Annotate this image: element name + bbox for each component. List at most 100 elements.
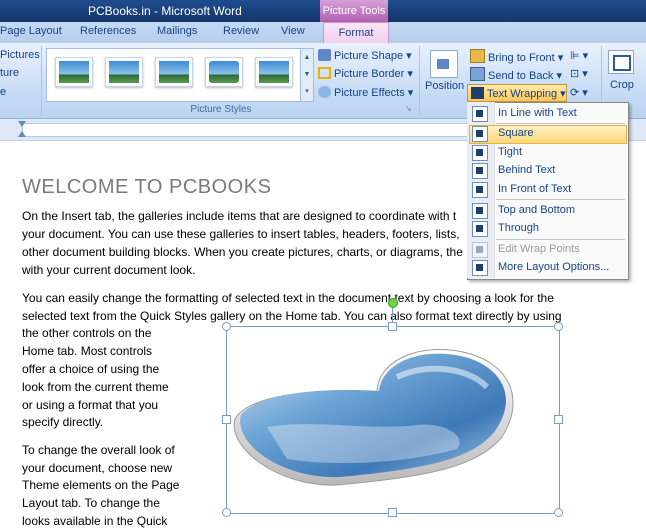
menu-item-inline[interactable]: In Line with Text xyxy=(498,107,577,119)
window-title: PCBooks.in - Microsoft Word xyxy=(88,4,242,18)
behind-text-icon xyxy=(472,163,488,179)
send-to-back-label: Send to Back xyxy=(488,70,554,82)
menu-separator xyxy=(496,239,625,240)
paragraph-line: To change the overall look of xyxy=(22,443,175,457)
picture-effects-label: Picture Effects xyxy=(334,87,405,99)
style-thumb[interactable] xyxy=(55,57,93,87)
bring-to-front-button[interactable]: Bring to Front ▾ xyxy=(470,49,563,64)
resize-handle[interactable] xyxy=(388,322,397,331)
dialog-launcher-icon[interactable]: ↘ xyxy=(405,104,412,113)
paragraph-line: your document, choose new xyxy=(22,461,173,475)
paragraph-line: specify directly. xyxy=(22,415,104,429)
picture-styles-gallery[interactable] xyxy=(46,48,302,102)
menu-item-edit-wrap-points: Edit Wrap Points xyxy=(498,243,580,255)
style-thumb[interactable] xyxy=(155,57,193,87)
resize-handle[interactable] xyxy=(388,508,397,517)
text-wrapping-button[interactable]: Text Wrapping ▾ xyxy=(467,84,567,102)
ribbon-left-item[interactable]: e xyxy=(0,86,6,98)
style-thumb[interactable] xyxy=(105,57,143,87)
text-wrap-icon xyxy=(471,87,484,99)
resize-handle[interactable] xyxy=(222,322,231,331)
pictures-button[interactable]: Pictures xyxy=(0,49,40,61)
top-bottom-icon xyxy=(472,203,488,219)
align-icon[interactable]: ⊫ ▾ xyxy=(570,49,588,62)
style-thumb[interactable] xyxy=(255,57,293,87)
hanging-indent-icon[interactable] xyxy=(18,131,26,137)
paragraph-line: the other controls on the xyxy=(22,326,152,340)
resize-handle[interactable] xyxy=(554,508,563,517)
picture-shape-label: Picture Shape xyxy=(334,50,404,62)
picture-border-label: Picture Border xyxy=(334,68,405,80)
picture-border-button[interactable]: Picture Border ▾ xyxy=(318,67,413,80)
picture-shape-button[interactable]: Picture Shape ▾ xyxy=(318,49,412,62)
picture-tools-label: Picture Tools xyxy=(320,0,388,22)
menu-item-in-front[interactable]: In Front of Text xyxy=(498,183,571,195)
bring-to-front-label: Bring to Front xyxy=(488,52,555,64)
resize-handle[interactable] xyxy=(222,415,231,424)
send-to-back-button[interactable]: Send to Back ▾ xyxy=(470,67,562,82)
paragraph-line: with your current document look. xyxy=(22,263,196,277)
paragraph-line: You can easily change the formatting of … xyxy=(22,291,554,305)
paragraph-line: Home tab. Most controls xyxy=(22,344,153,358)
crop-icon[interactable] xyxy=(608,50,634,74)
shape-icon xyxy=(318,49,331,61)
group-divider xyxy=(418,46,420,116)
tab-page-layout[interactable]: Page Layout xyxy=(0,25,62,37)
more-icon[interactable]: ▾ xyxy=(301,83,313,100)
menu-item-tight[interactable]: Tight xyxy=(498,146,522,158)
paragraph-line: Layout tab. To change the xyxy=(22,496,160,510)
menu-item-through[interactable]: Through xyxy=(498,222,539,234)
ruler-area[interactable] xyxy=(22,123,474,137)
resize-handle[interactable] xyxy=(554,322,563,331)
chevron-up-icon[interactable]: ▲ xyxy=(301,49,313,66)
ribbon-left-item[interactable]: ture xyxy=(0,67,19,79)
crop-button[interactable]: Crop xyxy=(610,79,634,91)
effects-icon xyxy=(318,86,331,98)
heart-image xyxy=(233,349,514,486)
picture-styles-label: Picture Styles xyxy=(190,104,252,115)
rotation-handle[interactable] xyxy=(388,298,398,308)
tab-review[interactable]: Review xyxy=(223,25,259,37)
paragraph-line: look from the current theme xyxy=(22,380,169,394)
tab-references[interactable]: References xyxy=(80,25,136,37)
paragraph-line: or using a format that you xyxy=(22,398,159,412)
menu-separator xyxy=(496,123,625,124)
gallery-scroll[interactable]: ▲ ▼ ▾ xyxy=(300,48,314,102)
in-front-icon xyxy=(472,182,488,198)
indent-marker-icon[interactable] xyxy=(18,121,26,127)
edit-wrap-points-icon xyxy=(472,242,488,258)
resize-handle[interactable] xyxy=(222,508,231,517)
inline-wrap-icon xyxy=(472,106,488,122)
paragraph-line: your document. You can use these galleri… xyxy=(22,227,460,241)
layout-options-icon xyxy=(472,260,488,276)
paragraph-line: selected text from the Quick Styles gall… xyxy=(22,309,562,323)
menu-highlight xyxy=(469,125,627,144)
tight-wrap-icon xyxy=(472,145,488,161)
paragraph-line: other document building blocks. When you… xyxy=(22,245,463,259)
tab-mailings[interactable]: Mailings xyxy=(157,25,197,37)
group-icon[interactable]: ⊡ ▾ xyxy=(570,67,588,80)
tab-format[interactable]: Format xyxy=(323,22,389,44)
bring-front-icon xyxy=(470,49,485,63)
picture-effects-button[interactable]: Picture Effects ▾ xyxy=(318,86,413,99)
through-wrap-icon xyxy=(472,221,488,237)
tab-view[interactable]: View xyxy=(281,25,305,37)
style-thumb[interactable] xyxy=(205,57,243,87)
paragraph-line: On the Insert tab, the galleries include… xyxy=(22,209,457,223)
menu-item-square[interactable]: Square xyxy=(498,127,533,139)
position-button[interactable]: Position xyxy=(425,80,464,92)
send-back-icon xyxy=(470,67,485,81)
menu-item-top-bottom[interactable]: Top and Bottom xyxy=(498,204,575,216)
position-icon[interactable] xyxy=(430,50,458,78)
border-icon xyxy=(318,67,331,79)
menu-item-behind-text[interactable]: Behind Text xyxy=(498,164,555,176)
menu-item-more-layout[interactable]: More Layout Options... xyxy=(498,261,609,273)
rotate-icon[interactable]: ⟳ ▾ xyxy=(570,86,588,99)
text-wrapping-label: Text Wrapping xyxy=(487,88,558,100)
resize-handle[interactable] xyxy=(554,415,563,424)
paragraph-line: offer a choice of using the xyxy=(22,362,160,376)
group-divider xyxy=(40,46,42,116)
chevron-down-icon[interactable]: ▼ xyxy=(301,66,313,83)
menu-separator xyxy=(496,199,625,200)
heart-picture[interactable] xyxy=(226,326,560,514)
